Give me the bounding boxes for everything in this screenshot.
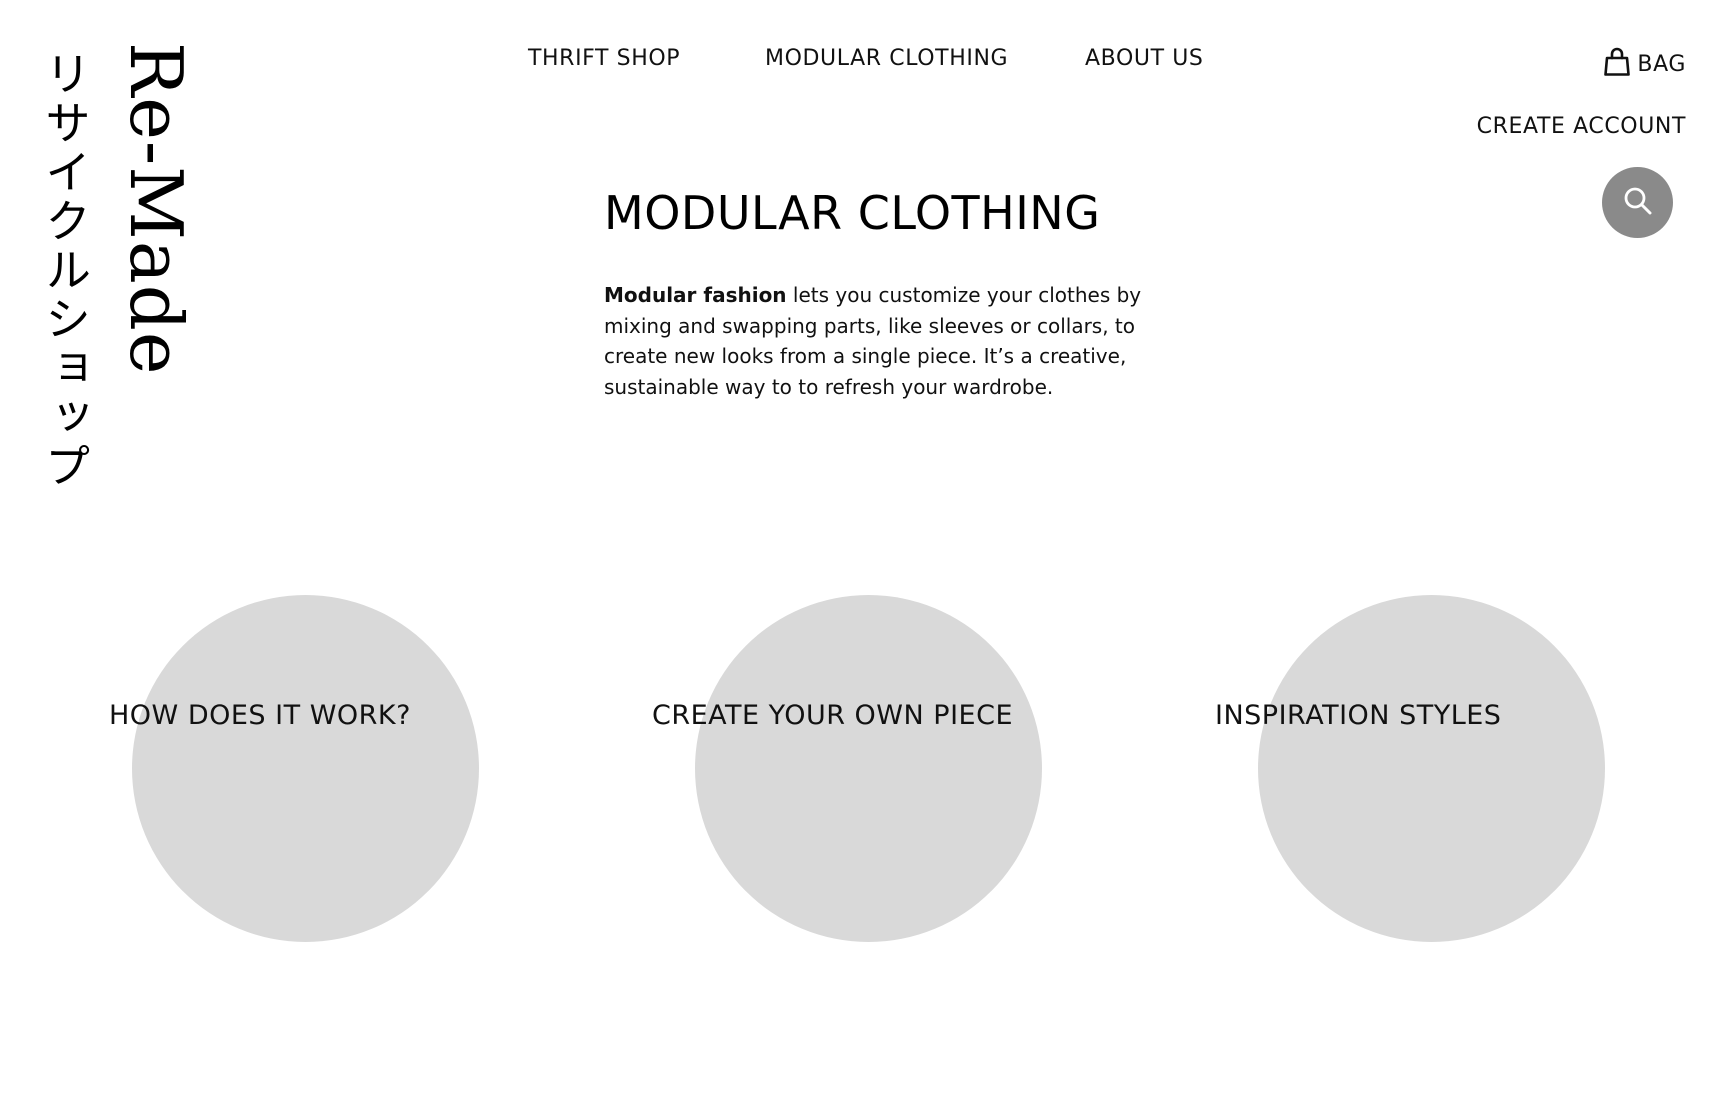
brand-logo-japanese: リサイクルショップ bbox=[38, 50, 92, 491]
bag-button[interactable]: BAG bbox=[1603, 47, 1686, 81]
search-button[interactable] bbox=[1602, 167, 1673, 238]
search-icon bbox=[1621, 184, 1655, 222]
page-title: MODULAR CLOTHING bbox=[604, 186, 1101, 240]
main-nav: THRIFT SHOP MODULAR CLOTHING ABOUT US bbox=[0, 46, 1728, 76]
intro-text: Modular fashion lets you customize your … bbox=[604, 280, 1144, 402]
create-your-own-piece-card[interactable]: CREATE YOUR OWN PIECE bbox=[652, 595, 1042, 942]
card-label: CREATE YOUR OWN PIECE bbox=[652, 700, 1013, 731]
bag-label: BAG bbox=[1637, 51, 1686, 77]
inspiration-styles-card[interactable]: INSPIRATION STYLES bbox=[1215, 595, 1605, 942]
card-circle bbox=[1258, 595, 1605, 942]
brand-logo[interactable]: Re-Made bbox=[114, 42, 198, 376]
shopping-bag-icon bbox=[1603, 47, 1631, 81]
create-account-link[interactable]: CREATE ACCOUNT bbox=[1477, 114, 1686, 139]
nav-item-thrift-shop[interactable]: THRIFT SHOP bbox=[528, 46, 680, 71]
card-circle bbox=[132, 595, 479, 942]
page: Re-Made リサイクルショップ THRIFT SHOP MODULAR CL… bbox=[0, 0, 1728, 1117]
nav-item-about-us[interactable]: ABOUT US bbox=[1085, 46, 1203, 71]
card-circle bbox=[695, 595, 1042, 942]
intro-bold-term: Modular fashion bbox=[604, 283, 787, 307]
nav-item-modular-clothing[interactable]: MODULAR CLOTHING bbox=[765, 46, 1008, 71]
how-it-works-card[interactable]: HOW DOES IT WORK? bbox=[109, 595, 479, 942]
card-label: INSPIRATION STYLES bbox=[1215, 700, 1502, 731]
card-label: HOW DOES IT WORK? bbox=[109, 700, 411, 731]
